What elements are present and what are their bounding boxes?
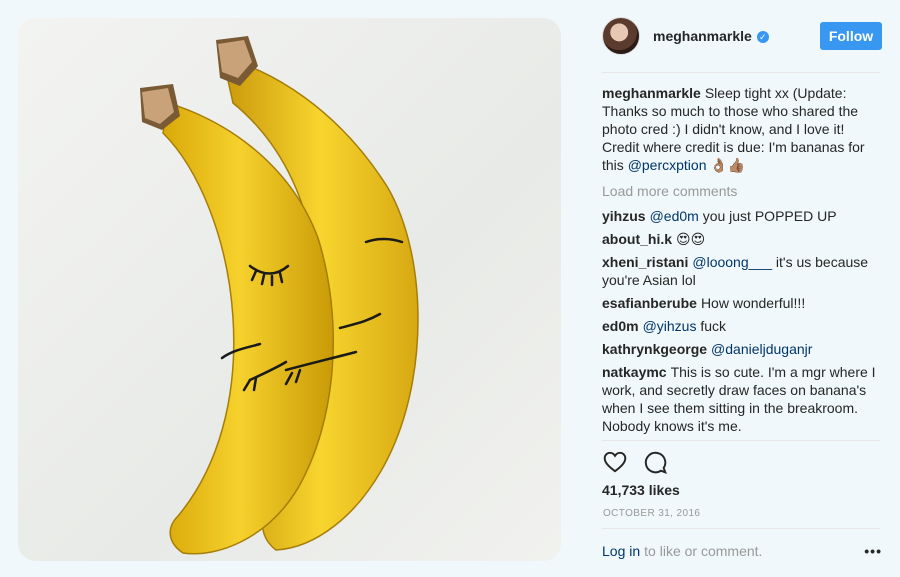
- heart-icon[interactable]: [602, 449, 628, 480]
- verified-badge-icon: ✓: [756, 31, 769, 43]
- caption-mention[interactable]: @percxption: [628, 157, 707, 173]
- load-more-comments[interactable]: Load more comments: [602, 182, 882, 200]
- comment-text: How wonderful!!!: [700, 295, 806, 311]
- comment-item: kathrynkgeorge @danieljduganjr: [602, 340, 882, 358]
- divider: [602, 440, 880, 441]
- comment-username[interactable]: kathrynkgeorge: [602, 341, 707, 357]
- comment-item: yihzus @ed0m you just POPPED UP: [602, 207, 882, 225]
- more-options-icon[interactable]: •••: [864, 543, 882, 559]
- caption-emoji: 👌🏽👍🏽: [706, 157, 746, 173]
- post-header: meghanmarkle ✓ Follow: [602, 14, 882, 58]
- comment-item: esafianberube How wonderful!!!: [602, 294, 882, 312]
- comment-mention[interactable]: @looong___: [692, 254, 772, 270]
- comment-mention[interactable]: @danieljduganjr: [711, 341, 812, 357]
- username-text: meghanmarkle: [653, 28, 752, 44]
- comment-item: natkaymc This is so cute. I'm a mgr where…: [602, 363, 882, 435]
- login-prompt-text: to like or comment.: [644, 543, 763, 559]
- avatar[interactable]: [602, 17, 640, 55]
- post-footer: Log in to like or comment. •••: [602, 543, 882, 559]
- username-link[interactable]: meghanmarkle ✓: [653, 28, 769, 44]
- comment-username[interactable]: about_hi.k: [602, 231, 672, 247]
- comment-username[interactable]: esafianberube: [602, 295, 697, 311]
- comment-text: you just POPPED UP: [698, 208, 837, 224]
- comment-text: 😍😍: [676, 231, 706, 247]
- comment-item: about_hi.k 😍😍: [602, 230, 882, 248]
- caption-username[interactable]: meghanmarkle: [602, 85, 701, 101]
- follow-button[interactable]: Follow: [820, 22, 882, 50]
- comment-icon[interactable]: [642, 449, 668, 480]
- comments-list: meghanmarkle Sleep tight xx (Update: Than…: [602, 84, 882, 440]
- comment-username[interactable]: xheni_ristani: [602, 254, 688, 270]
- login-link[interactable]: Log in: [602, 543, 640, 559]
- comment-item: ed0m @yihzus fuck: [602, 317, 882, 335]
- comment-username[interactable]: ed0m: [602, 318, 639, 334]
- likes-count[interactable]: 41,733 likes: [602, 482, 680, 498]
- divider: [602, 528, 880, 529]
- post-sidebar: meghanmarkle ✓ Follow meghanmarkle Sleep t…: [582, 0, 900, 577]
- banana-illustration: [18, 18, 561, 561]
- comment-mention[interactable]: @yihzus: [643, 318, 697, 334]
- caption: meghanmarkle Sleep tight xx (Update: Than…: [602, 84, 882, 174]
- comment-username[interactable]: yihzus: [602, 208, 646, 224]
- divider: [602, 72, 880, 73]
- comment-username[interactable]: natkaymc: [602, 364, 667, 380]
- post-actions: [602, 449, 668, 480]
- post-photo[interactable]: [18, 18, 561, 561]
- comment-mention[interactable]: @ed0m: [650, 208, 699, 224]
- comment-item: xheni_ristani @looong___ it's us because …: [602, 253, 882, 289]
- comment-text: fuck: [696, 318, 727, 334]
- post-date: October 31, 2016: [603, 508, 701, 519]
